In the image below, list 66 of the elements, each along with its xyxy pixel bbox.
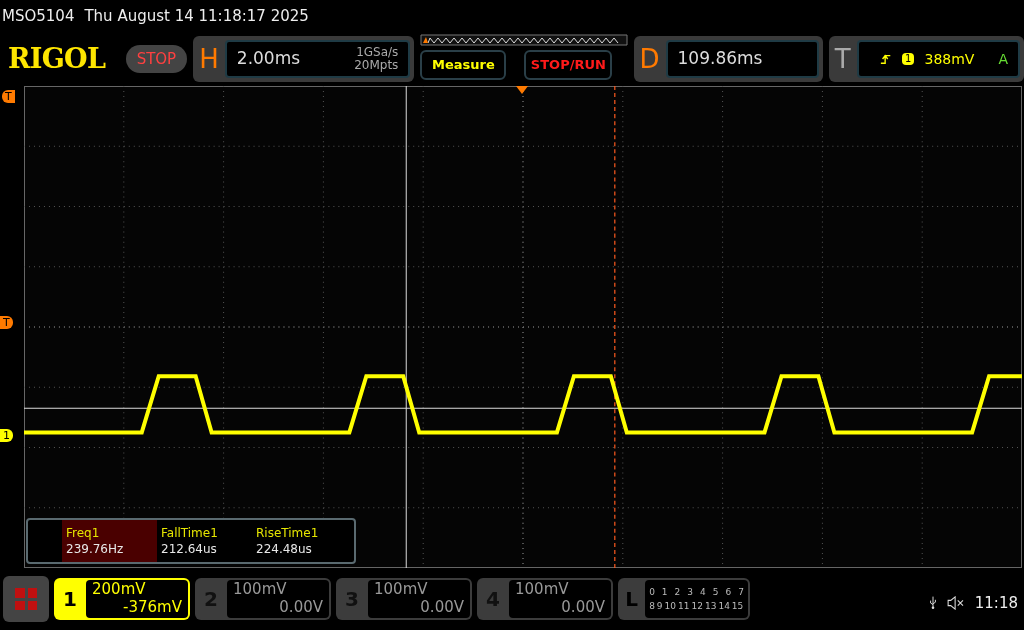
menu-button[interactable] — [3, 576, 49, 622]
panel-letter: H — [199, 46, 219, 72]
trigger-panel[interactable]: T 1 388mV A — [828, 36, 1024, 82]
sample-rate: 1GSa/s — [356, 46, 399, 59]
trigger-position-icon — [516, 86, 528, 95]
bit-label: 6 — [725, 586, 732, 599]
delay-panel[interactable]: D 109.86ms — [633, 36, 823, 82]
bit-label: 10 — [664, 600, 677, 613]
model-name: MSO5104 — [2, 5, 75, 27]
bit-label: 2 — [674, 586, 681, 599]
bit-label: 7 — [738, 586, 744, 599]
bit-label: 3 — [687, 586, 694, 599]
measurement-item[interactable]: RiseTime1 224.48us — [252, 520, 347, 562]
bit-label: 1 — [661, 586, 668, 599]
measurement-value: 212.64us — [161, 541, 218, 557]
rising-edge-icon — [880, 53, 893, 65]
measurement-item[interactable]: Freq1 239.76Hz — [62, 520, 157, 562]
measurement-item[interactable]: FallTime1 212.64us — [157, 520, 252, 562]
run-state-badge: STOP — [125, 45, 188, 73]
horizontal-panel[interactable]: H 2.00ms 1GSa/s 20Mpts — [193, 36, 415, 82]
channel-offset: -376mV — [123, 598, 182, 616]
logic-tab[interactable]: L 0 1 2 3 4 5 6 7 8 9 10 11 12 13 14 15 — [618, 578, 750, 620]
measurement-name: FallTime1 — [161, 525, 219, 541]
brand-logo: RIGOL — [8, 41, 107, 76]
channel-scale: 100mV — [374, 580, 428, 598]
channel-scale: 200mV — [92, 580, 146, 598]
usb-icon — [928, 596, 937, 610]
bit-label: 15 — [731, 600, 744, 613]
bit-label: 11 — [678, 600, 690, 613]
timebase-value: 2.00ms — [236, 47, 302, 71]
channel-marker[interactable]: 1 — [0, 429, 13, 442]
channel-scale: 100mV — [515, 580, 569, 598]
trigger-level-marker[interactable]: T — [0, 316, 13, 329]
trigger-position-marker[interactable]: T — [2, 90, 15, 103]
stop-run-button[interactable]: STOP/RUN — [524, 50, 613, 80]
bit-label: 9 — [656, 600, 663, 613]
memory-overview-icon — [420, 34, 629, 46]
measure-button[interactable]: Measure — [420, 50, 507, 80]
measurement-value: 224.48us — [256, 541, 313, 557]
trigger-source: 1 — [902, 53, 915, 65]
measurement-value: 239.76Hz — [66, 541, 125, 557]
channel-offset: 0.00V — [279, 598, 323, 616]
panel-letter: D — [639, 46, 660, 72]
memory-depth: 20Mpts — [354, 59, 399, 72]
date-time: Thu August 14 11:18:17 2025 — [84, 5, 309, 27]
channel-tab[interactable]: 1 200mV -376mV — [54, 578, 190, 620]
trigger-mode: A — [998, 49, 1008, 69]
clock: 11:18 — [974, 592, 1018, 614]
delay-value: 109.86ms — [677, 47, 763, 71]
bit-label: 12 — [691, 600, 703, 613]
channel-number: 1 — [62, 586, 78, 613]
panel-letter: T — [834, 46, 851, 72]
measurement-name: Freq1 — [66, 525, 101, 541]
bit-label: 14 — [718, 600, 730, 613]
bit-label: 8 — [649, 600, 655, 613]
bit-label: 0 — [649, 586, 655, 599]
bit-label: 5 — [712, 586, 719, 599]
bit-label: 13 — [704, 600, 717, 613]
channel-offset: 0.00V — [561, 598, 605, 616]
mute-icon — [946, 596, 965, 610]
logic-label: L — [624, 586, 639, 613]
bit-label: 4 — [700, 586, 706, 599]
trigger-level: 388mV — [924, 49, 975, 69]
channel-offset: 0.00V — [420, 598, 464, 616]
channel-scale: 100mV — [233, 580, 287, 598]
measurement-name: RiseTime1 — [256, 525, 320, 541]
